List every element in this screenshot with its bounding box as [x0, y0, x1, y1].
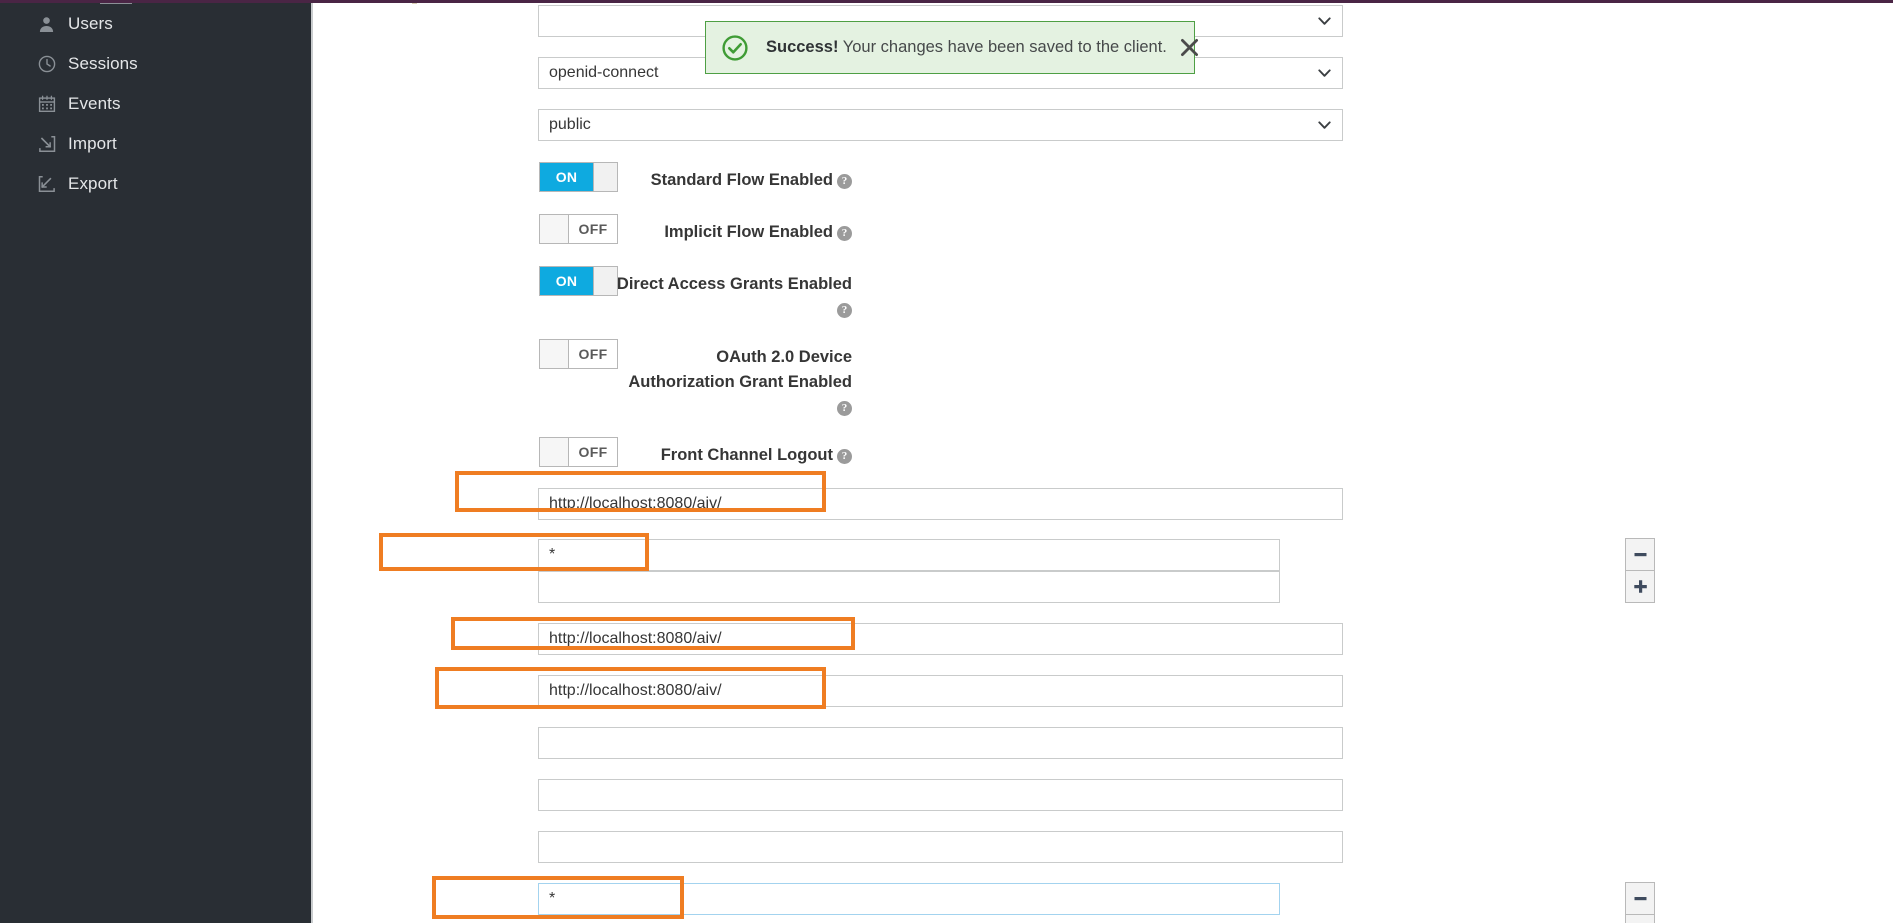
- client-settings-form: Login Theme? Client Protocol? openid-con…: [313, 3, 1893, 923]
- clock-icon: [38, 55, 68, 73]
- success-alert: Success! Your changes have been saved to…: [705, 21, 1199, 74]
- sidebar-item-label: Sessions: [68, 54, 138, 73]
- keycloak-client-settings-screen: Users Sessions Events Import Export open…: [0, 0, 1893, 923]
- base-url-input[interactable]: [538, 623, 1343, 655]
- help-icon[interactable]: ?: [837, 174, 852, 189]
- logo-url-input[interactable]: [538, 727, 1343, 759]
- sidebar-item-label: Users: [68, 14, 113, 33]
- chevron-down-icon: [1318, 6, 1331, 36]
- toggle-knob: [593, 267, 617, 295]
- terms-of-service-url-input[interactable]: [538, 831, 1343, 863]
- valid-redirect-uri-input-2[interactable]: [538, 571, 1280, 603]
- sidebar-item-sessions[interactable]: Sessions: [0, 44, 311, 84]
- chevron-down-icon: [1318, 58, 1331, 88]
- label-text-line1: OAuth 2.0 Device: [716, 348, 852, 366]
- help-icon[interactable]: ?: [837, 401, 852, 416]
- sidebar-item-list: Users Sessions Events Import Export: [0, 4, 311, 204]
- label-text-line2: Authorization Grant Enabled: [628, 373, 852, 391]
- toggle-off-label: OFF: [569, 438, 617, 466]
- alert-strong: Success!: [766, 38, 839, 56]
- sidebar-item-events[interactable]: Events: [0, 84, 311, 124]
- toggle-off-label: OFF: [569, 340, 617, 368]
- remove-redirect-uri-button[interactable]: [1625, 538, 1655, 571]
- chevron-down-icon: [1318, 110, 1331, 140]
- help-icon[interactable]: ?: [837, 449, 852, 464]
- sidebar-item-export[interactable]: Export: [0, 164, 311, 204]
- valid-redirect-uri-input-1[interactable]: [538, 539, 1280, 571]
- check-circle-icon: [722, 34, 748, 61]
- toggle-knob: [593, 163, 617, 191]
- toggle-off-label: OFF: [569, 215, 617, 243]
- standard-flow-toggle[interactable]: ON: [539, 162, 618, 192]
- label-text: Standard Flow Enabled: [650, 171, 833, 189]
- add-redirect-uri-button[interactable]: [1625, 570, 1655, 603]
- access-type-select[interactable]: public: [538, 109, 1343, 141]
- implicit-flow-toggle[interactable]: OFF: [539, 214, 618, 244]
- toggle-knob: [540, 340, 569, 368]
- device-grant-toggle[interactable]: OFF: [539, 339, 618, 369]
- sidebar-item-label: Export: [68, 174, 118, 193]
- direct-access-grants-toggle[interactable]: ON: [539, 266, 618, 296]
- root-url-input[interactable]: [538, 488, 1343, 520]
- front-channel-logout-toggle[interactable]: OFF: [539, 437, 618, 467]
- access-type-value: public: [549, 116, 591, 133]
- remove-web-origin-button[interactable]: [1625, 882, 1655, 915]
- top-accent-bar: [0, 0, 1893, 3]
- toggle-knob: [540, 438, 569, 466]
- label-text: Implicit Flow Enabled: [664, 223, 833, 241]
- admin-url-input[interactable]: [538, 675, 1343, 707]
- label-text: Front Channel Logout: [660, 446, 833, 464]
- help-icon[interactable]: ?: [837, 226, 852, 241]
- client-protocol-value: openid-connect: [549, 64, 659, 81]
- toggle-on-label: ON: [540, 163, 593, 191]
- toggle-on-label: ON: [540, 267, 593, 295]
- web-origins-input[interactable]: [538, 883, 1280, 915]
- import-arrow-icon: [38, 135, 68, 153]
- user-icon: [38, 16, 68, 33]
- help-icon[interactable]: ?: [837, 303, 852, 318]
- label-text: Direct Access Grants Enabled: [616, 275, 852, 293]
- close-icon[interactable]: [1177, 35, 1203, 61]
- sidebar-item-label: Events: [68, 94, 121, 113]
- sidebar-item-import[interactable]: Import: [0, 124, 311, 164]
- toggle-knob: [540, 215, 569, 243]
- sidebar-item-users[interactable]: Users: [0, 4, 311, 44]
- calendar-icon: [38, 95, 68, 113]
- sidebar-navigation: Users Sessions Events Import Export: [0, 0, 417, 923]
- alert-detail: Your changes have been saved to the clie…: [838, 38, 1167, 56]
- policy-url-input[interactable]: [538, 779, 1343, 811]
- add-web-origin-button[interactable]: [1625, 914, 1655, 923]
- sidebar-item-label: Import: [68, 134, 117, 153]
- export-arrow-icon: [38, 175, 68, 193]
- alert-message: Success! Your changes have been saved to…: [766, 38, 1167, 57]
